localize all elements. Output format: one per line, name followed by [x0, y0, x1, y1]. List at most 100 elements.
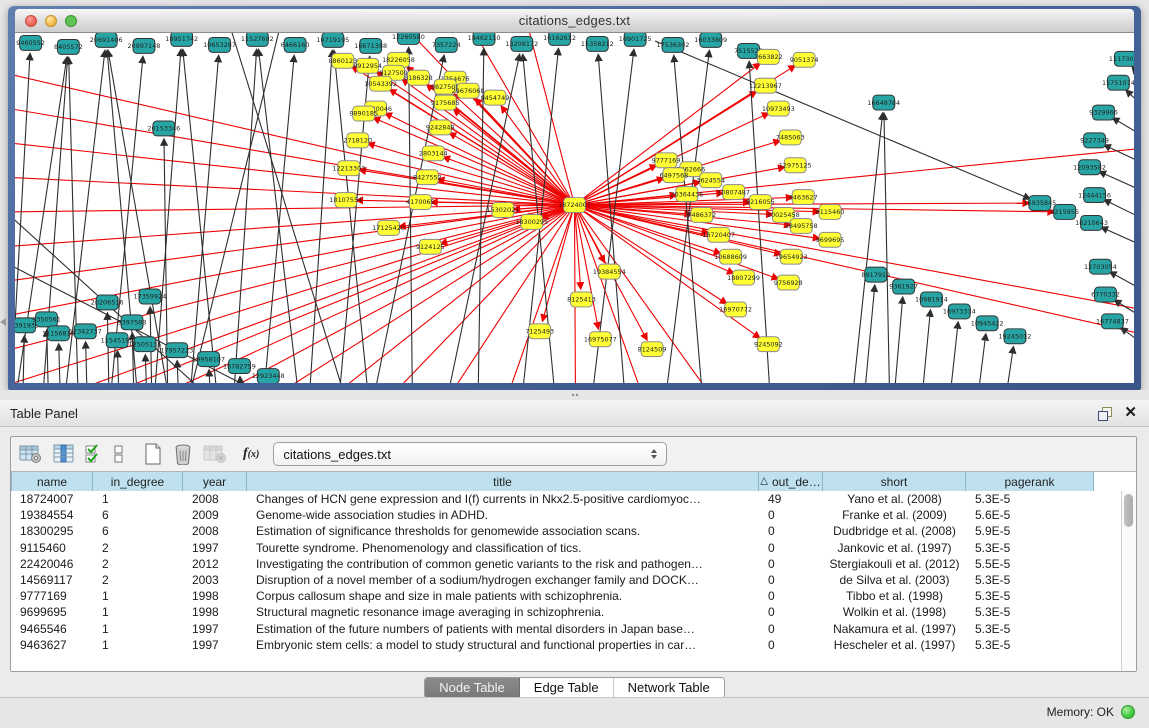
graph-node-yellow[interactable]: 9890185: [349, 106, 378, 121]
graph-node-yellow[interactable]: 8186328: [404, 70, 433, 85]
graph-node-yellow[interactable]: 16970772: [719, 302, 752, 317]
new-table-icon[interactable]: [143, 443, 163, 465]
graph-node-teal[interactable]: 10981914: [915, 292, 948, 307]
graph-node-teal[interactable]: 9460552: [16, 35, 45, 50]
column-header-short[interactable]: short: [823, 472, 966, 491]
graph-node-teal[interactable]: 20691406: [90, 33, 123, 47]
graph-node-teal[interactable]: 9350561: [32, 312, 61, 327]
graph-node-yellow[interactable]: 7485063: [776, 130, 805, 145]
table-row[interactable]: 2242004622012Investigating the contribut…: [11, 556, 1122, 572]
graph-node-teal[interactable]: 16671388: [354, 38, 387, 53]
panel-collapse-arrow-icon[interactable]: [0, 318, 6, 326]
network-graph[interactable]: 9460552 8405572 20691406 20897148 18951742 10…: [15, 33, 1134, 383]
table-row[interactable]: 969969511998Structural magnetic resonanc…: [11, 604, 1122, 620]
graph-node-teal[interactable]: 15751074: [1102, 75, 1134, 90]
network-canvas[interactable]: 9460552 8405572 20691406 20897148 18951742 10…: [15, 33, 1134, 383]
graph-node-yellow[interactable]: 8454749: [481, 90, 510, 105]
memory-ok-indicator[interactable]: [1121, 705, 1135, 719]
table-row[interactable]: 977716911998Corpus callosum shape and si…: [11, 588, 1122, 604]
graph-node-yellow[interactable]: 9175685: [431, 95, 460, 110]
table-row[interactable]: 1938455462009Genome-wide association stu…: [11, 507, 1122, 523]
graph-node-teal[interactable]: 12923448: [252, 369, 285, 383]
graph-node-teal[interactable]: 20897148: [128, 38, 161, 53]
graph-node-yellow[interactable]: 2803144: [419, 146, 448, 161]
table-row[interactable]: 946362711997Embryonic stem cells: a mode…: [11, 637, 1122, 653]
float-window-icon[interactable]: [1098, 407, 1112, 420]
graph-node-yellow[interactable]: 16975077: [584, 332, 617, 347]
graph-node-yellow[interactable]: 8125413: [567, 292, 596, 307]
table-selector-dropdown[interactable]: citations_edges.txt: [273, 442, 667, 466]
graph-node-teal[interactable]: 9361927: [889, 279, 918, 294]
graph-node-teal[interactable]: 16648784: [867, 95, 900, 110]
function-builder-icon[interactable]: f(x): [243, 446, 259, 462]
graph-node-yellow[interactable]: 8427552: [413, 170, 442, 185]
graph-node-yellow[interactable]: 9699695: [816, 232, 845, 247]
horizontal-splitter[interactable]: [0, 390, 1149, 400]
graph-node-yellow[interactable]: 10688609: [714, 249, 747, 264]
graph-node-teal[interactable]: 8917919: [861, 267, 890, 282]
graph-node-teal[interactable]: 8215955: [1050, 205, 1079, 220]
graph-node-yellow[interactable]: 12213967: [749, 78, 782, 93]
graph-node-yellow[interactable]: 4170065: [406, 195, 435, 210]
network-window-titlebar[interactable]: citations_edges.txt: [15, 9, 1134, 33]
row-selection-icon[interactable]: [113, 443, 125, 465]
graph-node-teal[interactable]: 12703054: [1084, 259, 1117, 274]
graph-node-yellow[interactable]: 8912954: [353, 58, 382, 73]
column-header-name[interactable]: name: [11, 472, 93, 491]
network-window[interactable]: citations_edges.txt 9460552 8405572 206914…: [8, 6, 1141, 390]
graph-node-teal[interactable]: 16162612: [543, 33, 576, 45]
column-select-icon[interactable]: [53, 443, 75, 465]
graph-node-teal[interactable]: 16901725: [619, 33, 652, 46]
graph-node-yellow[interactable]: 6497568: [660, 168, 689, 183]
graph-node-teal[interactable]: 18951742: [165, 33, 198, 46]
graph-node-yellow[interactable]: 19384554: [593, 264, 626, 279]
graph-node-teal[interactable]: 10945422: [971, 316, 1004, 331]
graph-node-teal[interactable]: 6770332: [1091, 287, 1120, 302]
graph-node-yellow[interactable]: 20364436: [670, 187, 703, 202]
graph-node-teal[interactable]: 11173054: [1109, 51, 1134, 66]
graph-node-teal[interactable]: 18462110: [468, 33, 501, 45]
graph-node-yellow[interactable]: 9124125: [416, 239, 445, 254]
graph-node-teal[interactable]: 8405572: [54, 39, 83, 54]
graph-node-yellow[interactable]: 8216055: [746, 195, 775, 210]
graph-node-teal[interactable]: 6466160: [281, 37, 310, 52]
graph-node-teal[interactable]: 16033809: [694, 33, 727, 47]
table-row[interactable]: 946554611997Estimation of the future num…: [11, 621, 1122, 637]
graph-node-teal[interactable]: 9227349: [1080, 133, 1109, 148]
graph-node-yellow[interactable]: 9245092: [754, 337, 783, 352]
table-body[interactable]: 1872400712008Changes of HCN gene express…: [11, 491, 1122, 671]
graph-node-yellow[interactable]: 7125493: [525, 324, 554, 339]
graph-node-yellow[interactable]: 8124509: [638, 342, 667, 357]
graph-node-yellow[interactable]: 9756928: [774, 275, 803, 290]
graph-node-yellow[interactable]: 7486372: [687, 208, 716, 223]
column-header-pagerank[interactable]: pagerank: [966, 472, 1094, 491]
graph-node-teal[interactable]: 13208172: [505, 36, 538, 51]
graph-node-teal[interactable]: 17536302: [657, 37, 690, 52]
tab-node-table[interactable]: Node Table: [425, 678, 520, 698]
graph-node-yellow[interactable]: 3624554: [696, 173, 725, 188]
graph-node-yellow[interactable]: 2718120: [343, 133, 372, 148]
graph-node-teal[interactable]: 11527602: [241, 33, 274, 46]
splitter-grip[interactable]: [571, 393, 579, 397]
column-header-title[interactable]: title: [247, 472, 759, 491]
table-row[interactable]: 1830029562008Estimation of significance …: [11, 523, 1122, 539]
graph-node-teal[interactable]: 7357224: [432, 37, 461, 52]
graph-node-yellow[interactable]: 9051374: [790, 52, 819, 67]
column-header-out-degree[interactable]: △ out_de…: [759, 472, 823, 491]
select-all-check-icon[interactable]: [85, 443, 103, 465]
table-row[interactable]: 1872400712008Changes of HCN gene express…: [11, 491, 1122, 507]
graph-node-teal[interactable]: 19245012: [999, 329, 1032, 344]
graph-node-teal[interactable]: 16973334: [943, 304, 976, 319]
graph-node-teal[interactable]: 10653287: [203, 37, 236, 52]
column-header-year[interactable]: year: [183, 472, 247, 491]
graph-node-teal[interactable]: 10719195: [316, 33, 349, 47]
delete-trash-icon[interactable]: [173, 443, 193, 465]
table-row[interactable]: 1456911722003Disruption of a novel membe…: [11, 572, 1122, 588]
graph-node-yellow[interactable]: 9463627: [789, 190, 818, 205]
scrollbar-thumb[interactable]: [1124, 494, 1133, 527]
table-settings-icon[interactable]: [19, 443, 43, 465]
table-row[interactable]: 911546021997Tourette syndrome. Phenomeno…: [11, 540, 1122, 556]
table-vertical-scrollbar[interactable]: [1121, 491, 1136, 671]
graph-node-teal[interactable]: 15358212: [581, 36, 614, 51]
graph-node-yellow[interactable]: 12975125: [779, 158, 812, 173]
